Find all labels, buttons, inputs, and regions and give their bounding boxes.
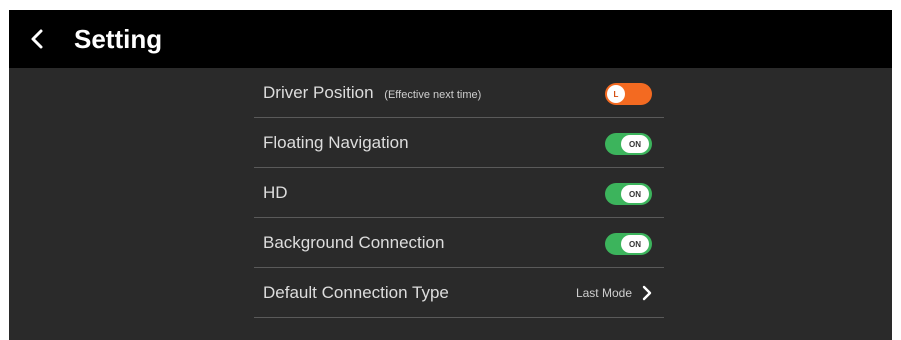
hd-toggle[interactable]: ON <box>605 183 652 205</box>
settings-list: Driver Position (Effective next time) L … <box>254 68 664 318</box>
settings-screen: Setting Driver Position (Effective next … <box>9 10 892 340</box>
chevron-right-icon <box>642 285 652 300</box>
hd-label: HD <box>263 183 288 202</box>
background-connection-label: Background Connection <box>263 233 445 252</box>
toggle-knob: ON <box>621 235 649 253</box>
toggle-knob: ON <box>621 185 649 203</box>
default-connection-type-selector[interactable]: Last Mode <box>576 268 652 317</box>
driver-position-label: Driver Position <box>263 83 374 102</box>
setting-row-hd: HD ON <box>254 168 664 218</box>
chevron-left-icon <box>31 29 43 49</box>
setting-row-driver-position: Driver Position (Effective next time) L <box>254 68 664 118</box>
setting-row-floating-navigation: Floating Navigation ON <box>254 118 664 168</box>
default-connection-type-value: Last Mode <box>575 285 632 300</box>
background-connection-toggle[interactable]: ON <box>605 233 652 255</box>
default-connection-type-label: Default Connection Type <box>263 283 449 302</box>
floating-navigation-toggle[interactable]: ON <box>605 133 652 155</box>
header-bar: Setting <box>9 10 892 68</box>
setting-row-default-connection-type[interactable]: Default Connection Type Last Mode <box>254 268 664 318</box>
driver-position-toggle[interactable]: L <box>605 83 652 105</box>
page-title: Setting <box>74 24 163 54</box>
setting-row-background-connection: Background Connection ON <box>254 218 664 268</box>
floating-navigation-label: Floating Navigation <box>263 133 409 152</box>
back-button[interactable] <box>17 19 57 59</box>
toggle-knob: L <box>607 85 625 103</box>
toggle-knob: ON <box>621 135 649 153</box>
driver-position-note: (Effective next time) <box>384 89 482 101</box>
